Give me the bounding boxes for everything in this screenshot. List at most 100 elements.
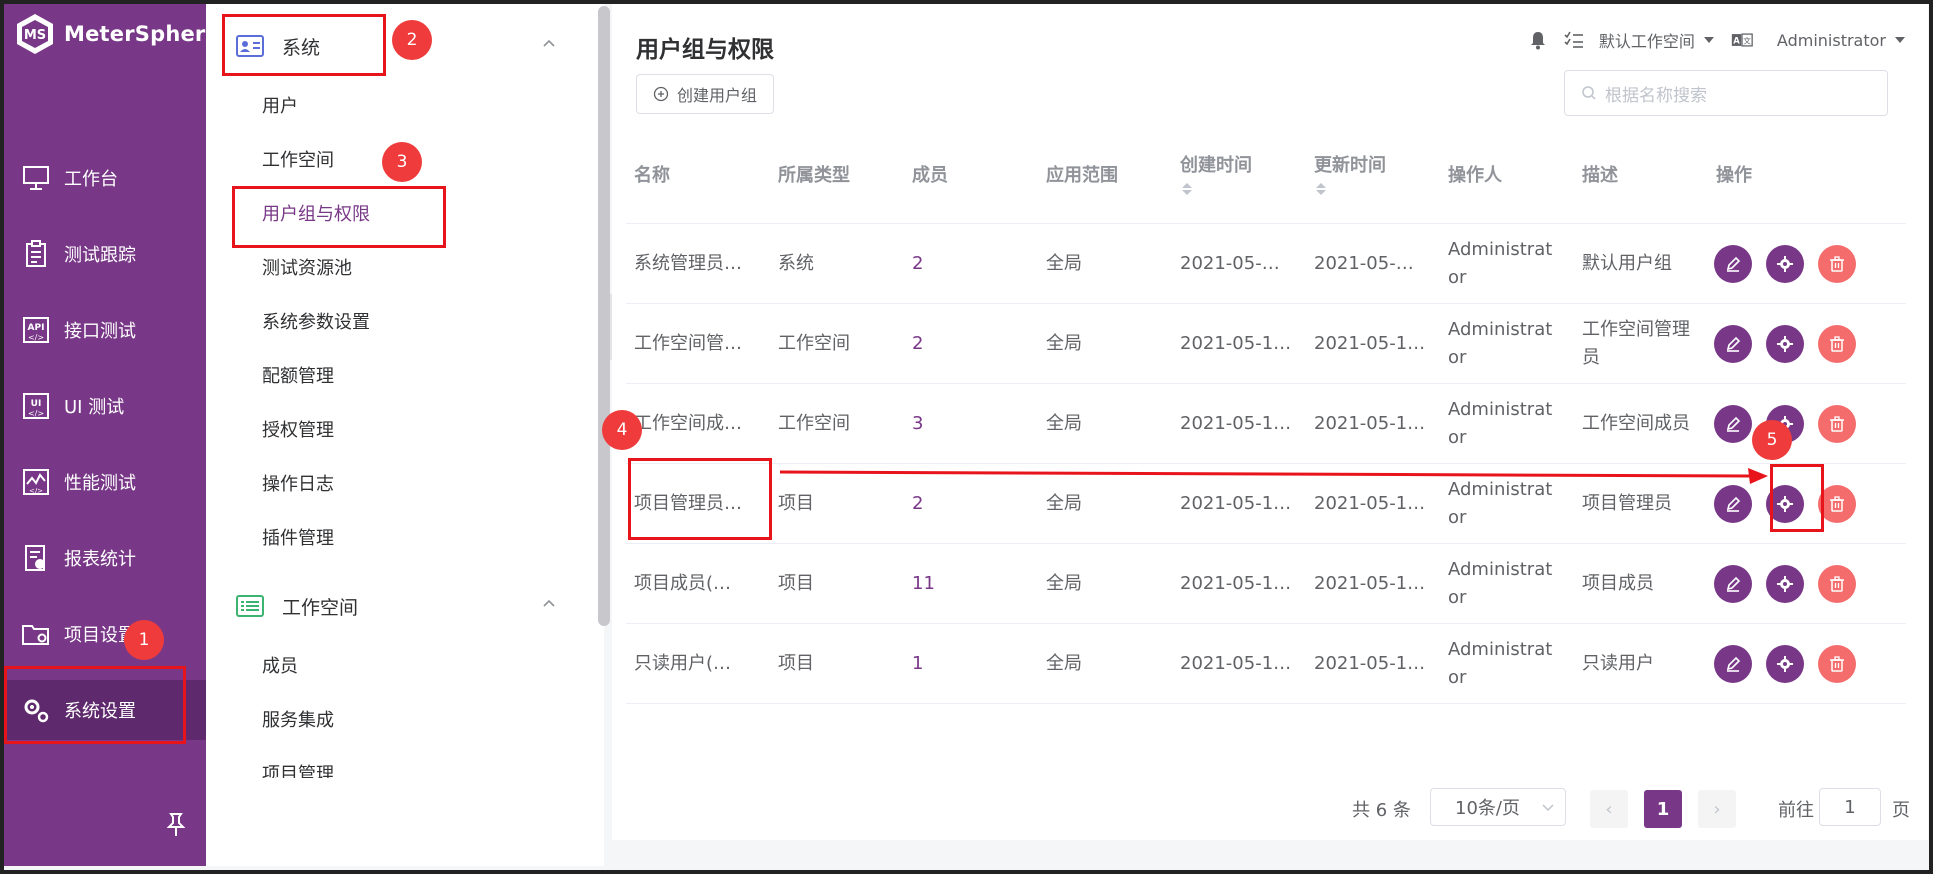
svg-text:A: A xyxy=(1733,35,1740,45)
delete-button[interactable] xyxy=(1818,565,1856,603)
edit-icon xyxy=(1725,336,1741,352)
column-header-updated[interactable]: 更新时间 xyxy=(1314,124,1386,224)
permission-settings-button[interactable] xyxy=(1766,565,1804,603)
permission-settings-button[interactable] xyxy=(1766,245,1804,283)
page-size-select[interactable]: 10条/页 xyxy=(1430,788,1566,826)
permission-settings-button[interactable] xyxy=(1766,645,1804,683)
subnav-item-operation-log[interactable]: 操作日志 xyxy=(262,470,334,500)
brand-logo[interactable]: MS MeterSphere xyxy=(14,12,220,56)
page-size-value: 10条/页 xyxy=(1455,798,1520,819)
chevron-up-icon[interactable] xyxy=(542,36,556,50)
nav-item-test-track[interactable]: 测试跟踪 xyxy=(4,224,206,284)
user-menu[interactable]: Administrator xyxy=(1777,31,1908,50)
nav-item-report[interactable]: 报表统计 xyxy=(4,528,206,588)
cell-members[interactable]: 2 xyxy=(912,464,923,544)
pagination: 共 6 条 10条/页 ‹ 1 › 前往 1 页 xyxy=(612,788,1928,828)
svg-text:</>: </> xyxy=(29,487,43,495)
nav-item-label: 测试跟踪 xyxy=(64,245,136,266)
trash-icon xyxy=(1829,336,1845,352)
sort-icon[interactable] xyxy=(1180,181,1194,197)
cell-operator: Administrator xyxy=(1448,239,1553,288)
subnav-item-workspace[interactable]: 工作空间 xyxy=(262,146,334,176)
cell-members[interactable]: 2 xyxy=(912,224,923,304)
subnav-item-system-params[interactable]: 系统参数设置 xyxy=(262,308,370,338)
search-input[interactable]: 根据名称搜索 xyxy=(1564,70,1888,116)
table-row: 系统管理员… 系统 2 全局 2021-05-… 2021-05-… Administrat… xyxy=(626,224,1906,304)
user-name: Administrator xyxy=(1776,30,1886,50)
subnav-item-projects[interactable]: 项目管理 xyxy=(262,760,334,778)
edit-button[interactable] xyxy=(1714,645,1752,683)
delete-button[interactable] xyxy=(1818,325,1856,363)
next-page-button[interactable]: › xyxy=(1698,790,1736,828)
pin-icon[interactable] xyxy=(164,812,188,838)
bell-icon[interactable] xyxy=(1527,29,1549,51)
edit-button[interactable] xyxy=(1714,245,1752,283)
delete-button[interactable] xyxy=(1818,245,1856,283)
subnav-scrollbar[interactable] xyxy=(598,6,610,626)
cell-members[interactable]: 11 xyxy=(912,544,935,624)
cell-scope: 全局 xyxy=(1046,413,1082,434)
edit-icon xyxy=(1725,576,1741,592)
cell-members[interactable]: 2 xyxy=(912,304,923,384)
subnav-item-quota[interactable]: 配额管理 xyxy=(262,362,334,392)
cell-operator: Administrator xyxy=(1448,639,1553,688)
cell-updated: 2021-05-… xyxy=(1314,253,1414,274)
nav-item-performance-test[interactable]: </> 性能测试 xyxy=(4,452,206,512)
edit-icon xyxy=(1725,416,1741,432)
edit-button[interactable] xyxy=(1714,325,1752,363)
page-title: 用户组与权限 xyxy=(636,37,774,63)
table-row: 项目管理员… 项目 2 全局 2021-05-1… 2021-05-1… Administr… xyxy=(626,464,1906,544)
subnav-item-license[interactable]: 授权管理 xyxy=(262,416,334,446)
caret-down-icon xyxy=(1703,37,1714,43)
delete-button[interactable] xyxy=(1818,645,1856,683)
nav-item-workbench[interactable]: 工作台 xyxy=(4,148,206,208)
cell-members[interactable]: 3 xyxy=(912,384,923,464)
column-header-created[interactable]: 创建时间 xyxy=(1180,124,1252,224)
cell-type: 项目 xyxy=(778,493,814,514)
subnav-item-users[interactable]: 用户 xyxy=(262,92,298,122)
annotation-badge-3: 3 xyxy=(382,142,422,182)
task-list-icon[interactable] xyxy=(1563,29,1585,51)
delete-button[interactable] xyxy=(1818,405,1856,443)
edit-button[interactable] xyxy=(1714,565,1752,603)
nav-item-api-test[interactable]: API </> 接口测试 xyxy=(4,300,206,360)
prev-page-button[interactable]: ‹ xyxy=(1590,790,1628,828)
cell-scope: 全局 xyxy=(1046,333,1082,354)
cell-updated: 2021-05-1… xyxy=(1314,653,1426,674)
folder-settings-icon xyxy=(20,618,52,650)
column-header-actions: 操作 xyxy=(1716,165,1752,186)
gear-icon xyxy=(1776,335,1794,353)
annotation-box-project-admin xyxy=(628,458,772,540)
subnav-item-resource-pool[interactable]: 测试资源池 xyxy=(262,254,352,284)
app-root: MS MeterSphere 工作台 测试跟踪 API </> 接口测试 UI </… xyxy=(0,0,1933,874)
column-header-name: 名称 xyxy=(634,165,670,186)
cell-operator: Administrator xyxy=(1448,319,1553,368)
current-page[interactable]: 1 xyxy=(1644,790,1682,828)
subnav-item-plugins[interactable]: 插件管理 xyxy=(262,524,334,554)
cell-updated: 2021-05-1… xyxy=(1314,333,1426,354)
cell-created: 2021-05-1… xyxy=(1180,653,1292,674)
nav-item-label: 性能测试 xyxy=(64,473,136,494)
cell-members[interactable]: 1 xyxy=(912,624,923,704)
annotation-box-user-groups xyxy=(232,186,446,248)
subnav-item-integration[interactable]: 服务集成 xyxy=(262,706,334,736)
edit-button[interactable] xyxy=(1714,405,1752,443)
goto-label: 前往 xyxy=(1778,800,1814,821)
subnav-group-workspace[interactable]: 工作空间 xyxy=(206,578,586,634)
nav-item-ui-test[interactable]: UI </> UI 测试 xyxy=(4,376,206,436)
column-header-scope: 应用范围 xyxy=(1046,165,1118,186)
goto-page-input[interactable]: 1 xyxy=(1819,788,1881,826)
nav-item-label: 报表统计 xyxy=(64,549,136,570)
permission-settings-button[interactable] xyxy=(1766,325,1804,363)
edit-button[interactable] xyxy=(1714,485,1752,523)
trash-icon xyxy=(1829,576,1845,592)
language-icon[interactable]: A文 xyxy=(1731,29,1753,51)
workspace-select[interactable]: 默认工作空间 xyxy=(1599,28,1717,52)
subnav-item-members[interactable]: 成员 xyxy=(262,652,298,682)
cell-scope: 全局 xyxy=(1046,573,1082,594)
create-user-group-button[interactable]: 创建用户组 xyxy=(636,74,774,114)
nav-item-project-settings[interactable]: 项目设置 xyxy=(4,604,206,664)
chevron-up-icon[interactable] xyxy=(542,596,556,610)
sort-icon[interactable] xyxy=(1314,181,1328,197)
svg-text:UI: UI xyxy=(31,399,42,409)
